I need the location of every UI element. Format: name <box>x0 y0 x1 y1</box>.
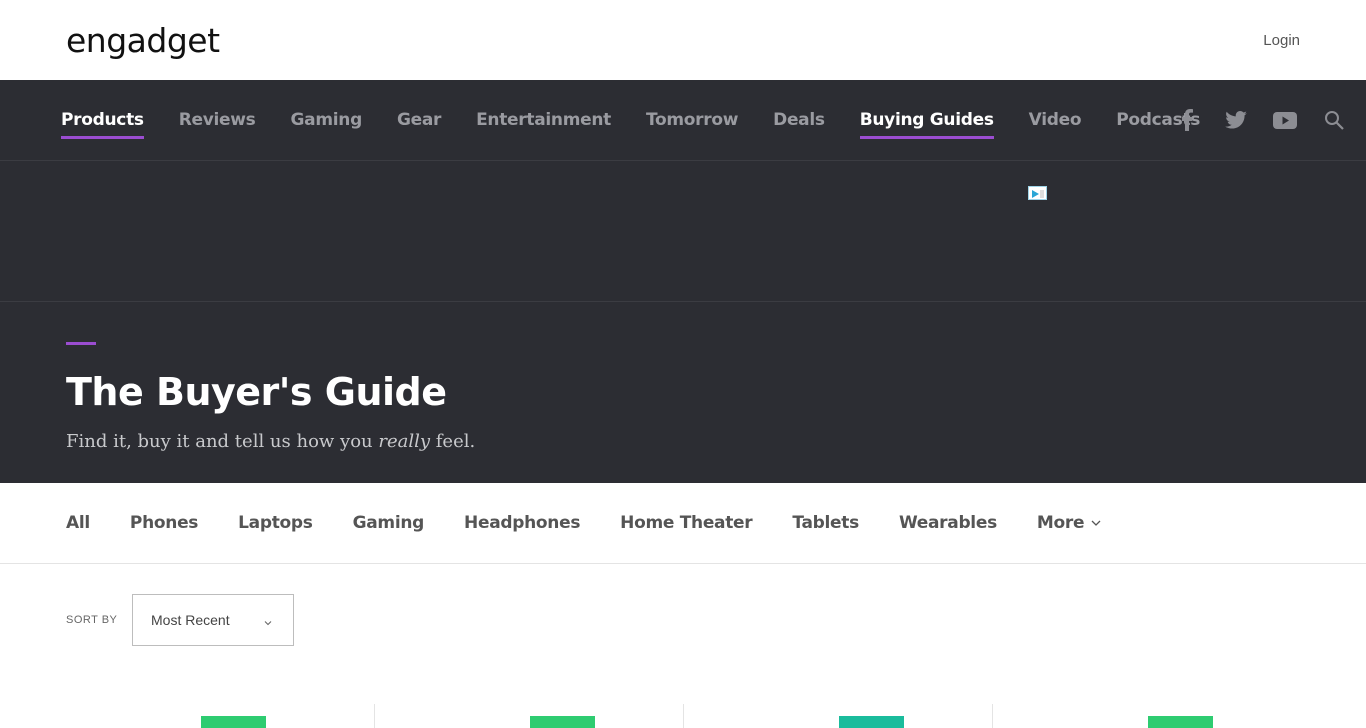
facebook-icon[interactable] <box>1175 108 1199 132</box>
subtitle-text: Find it, buy it and tell us how you <box>66 431 379 452</box>
page-title: The Buyer's Guide <box>66 370 447 414</box>
sort-label: SORT BY <box>66 614 118 626</box>
category-gaming[interactable]: Gaming <box>353 513 425 533</box>
score-badge <box>839 716 904 728</box>
search-icon[interactable] <box>1322 108 1346 132</box>
category-home-theater[interactable]: Home Theater <box>620 513 753 533</box>
nav-items: Products Reviews Gaming Gear Entertainme… <box>61 80 1235 160</box>
nav-item-tomorrow[interactable]: Tomorrow <box>646 80 738 160</box>
category-items: All Phones Laptops Gaming Headphones Hom… <box>66 483 1141 563</box>
nav-item-deals[interactable]: Deals <box>773 80 825 160</box>
ad-banner <box>0 161 1366 302</box>
nav-item-products[interactable]: Products <box>61 80 144 160</box>
category-all[interactable]: All <box>66 513 90 533</box>
category-more[interactable]: More <box>1037 513 1101 533</box>
product-card[interactable] <box>66 704 375 728</box>
nav-item-gaming[interactable]: Gaming <box>291 80 363 160</box>
hero-section: The Buyer's Guide Find it, buy it and te… <box>0 302 1366 483</box>
ad-choices-icon[interactable] <box>1028 186 1047 200</box>
product-card[interactable] <box>993 704 1302 728</box>
category-laptops[interactable]: Laptops <box>238 513 313 533</box>
nav-item-reviews[interactable]: Reviews <box>179 80 256 160</box>
nav-item-entertainment[interactable]: Entertainment <box>476 80 611 160</box>
score-badge <box>530 716 595 728</box>
category-bar: All Phones Laptops Gaming Headphones Hom… <box>0 483 1366 564</box>
category-tablets[interactable]: Tablets <box>792 513 859 533</box>
sort-dropdown[interactable]: Most Recent <box>132 594 294 646</box>
main-nav: Products Reviews Gaming Gear Entertainme… <box>0 80 1366 161</box>
product-card[interactable] <box>375 704 684 728</box>
page-subtitle: Find it, buy it and tell us how you real… <box>66 431 475 452</box>
category-phones[interactable]: Phones <box>130 513 199 533</box>
nav-item-video[interactable]: Video <box>1029 80 1082 160</box>
twitter-icon[interactable] <box>1224 108 1248 132</box>
subtitle-emphasis: really <box>378 431 431 452</box>
login-link[interactable]: Login <box>1263 32 1300 49</box>
nav-item-buying-guides[interactable]: Buying Guides <box>859 80 994 160</box>
product-cards <box>66 704 1300 728</box>
top-header: engadget Login <box>0 0 1366 80</box>
hero-accent-bar <box>66 342 96 345</box>
score-badge <box>1148 716 1213 728</box>
svg-text:engadget: engadget <box>66 22 220 60</box>
engadget-logo[interactable]: engadget <box>66 22 221 60</box>
chevron-down-icon <box>263 615 273 626</box>
nav-item-gear[interactable]: Gear <box>397 80 441 160</box>
category-more-label: More <box>1036 513 1085 533</box>
score-badge <box>201 716 266 728</box>
sort-selected-value: Most Recent <box>151 612 230 628</box>
category-wearables[interactable]: Wearables <box>899 513 997 533</box>
category-headphones[interactable]: Headphones <box>464 513 580 533</box>
subtitle-text-end: feel. <box>430 431 476 452</box>
chevron-down-icon <box>1091 518 1101 528</box>
social-links <box>1150 80 1346 160</box>
product-card[interactable] <box>684 704 993 728</box>
youtube-icon[interactable] <box>1273 108 1297 132</box>
